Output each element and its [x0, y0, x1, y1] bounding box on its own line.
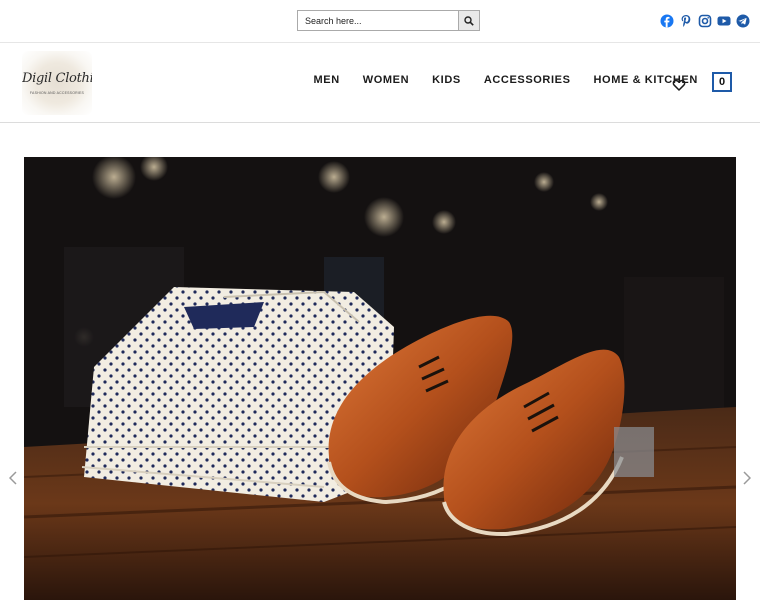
top-bar [0, 0, 760, 43]
main-nav: MEN WOMEN KIDS ACCESSORIES HOME & KITCHE… [302, 74, 709, 86]
search-button[interactable] [458, 11, 479, 30]
nav-item-home-kitchen[interactable]: HOME & KITCHEN [582, 74, 709, 86]
cart-count: 0 [718, 76, 726, 88]
nav-item-women[interactable]: WOMEN [351, 74, 420, 86]
site-header: Digil Clothing FASHION AND ACCESSORIES M… [0, 43, 760, 123]
search-input[interactable] [298, 11, 458, 30]
slider-prev-button[interactable] [6, 468, 20, 488]
chevron-right-icon [743, 471, 751, 485]
slider-next-button[interactable] [740, 468, 754, 488]
youtube-icon[interactable] [717, 14, 731, 28]
logo-tagline: FASHION AND ACCESSORIES [29, 91, 85, 95]
chevron-left-icon [9, 471, 17, 485]
search-icon [464, 15, 474, 26]
telegram-icon[interactable] [736, 14, 750, 28]
nav-item-accessories[interactable]: ACCESSORIES [472, 74, 582, 86]
site-logo[interactable]: Digil Clothing FASHION AND ACCESSORIES [22, 51, 92, 115]
wishlist-icon[interactable] [672, 78, 686, 92]
hero-photo [24, 157, 736, 600]
nav-item-men[interactable]: MEN [302, 74, 351, 86]
facebook-icon[interactable] [660, 14, 674, 28]
logo-text: Digil Clothing [22, 71, 92, 86]
instagram-icon[interactable] [698, 14, 712, 28]
pinterest-icon[interactable] [679, 14, 693, 28]
cart-button[interactable]: 0 [712, 72, 732, 92]
social-links [660, 14, 750, 28]
nav-item-kids[interactable]: KIDS [421, 74, 473, 86]
search-form [297, 10, 480, 31]
hero-slide-image [24, 157, 736, 600]
